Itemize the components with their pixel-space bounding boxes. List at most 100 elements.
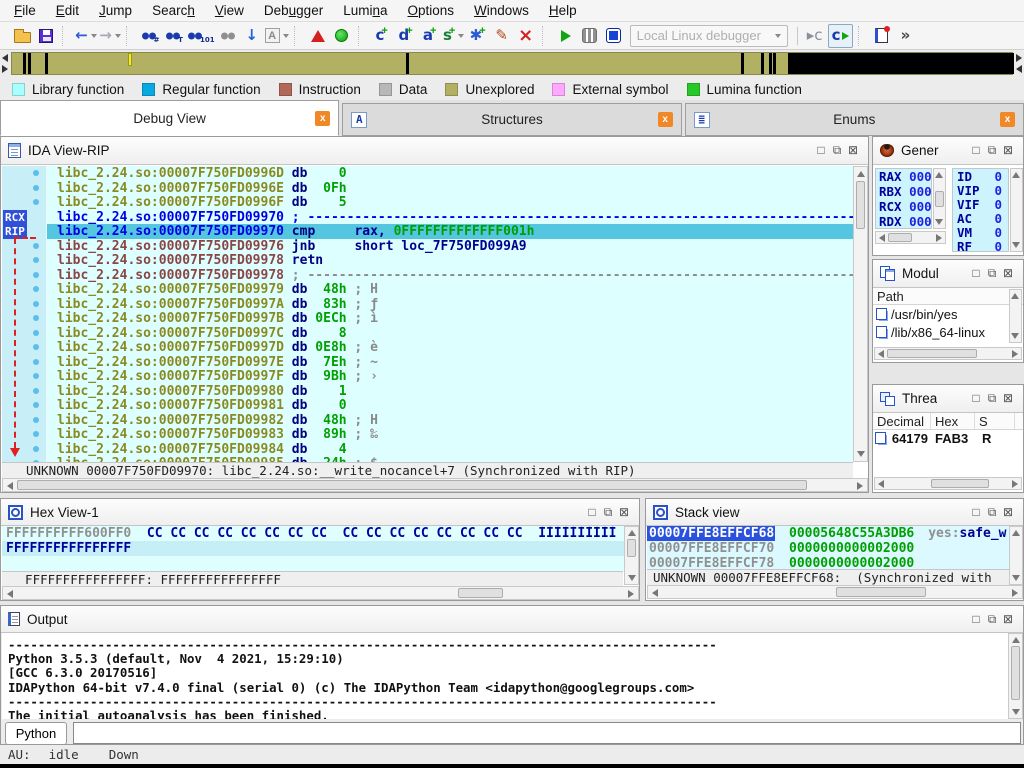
disasm-line[interactable]: libc_2.24.so:00007F750FD0996D db 0 [2,166,853,181]
menu-search[interactable]: Search [142,1,205,20]
make-struct-button[interactable]: ✱+ [467,24,489,48]
disasm-line[interactable]: libc_2.24.so:00007F750FD09980 db 1 [2,384,853,399]
search-text-button[interactable]: T [163,24,185,48]
breakpoint-dot[interactable] [33,243,39,249]
disasm-line[interactable]: libc_2.24.so:00007F750FD09984 db 4 [2,442,853,457]
breakpoint-dot[interactable] [33,373,39,379]
breakpoint-dot[interactable] [33,388,39,394]
module-row[interactable]: /lib/x86_64-linux [873,323,1023,341]
menu-help[interactable]: Help [539,1,587,20]
threads-header-hex[interactable]: Hex [931,413,975,429]
continue-process-button[interactable]: c [828,24,853,48]
modules-hscrollbar[interactable] [874,347,1022,360]
float-button[interactable]: □ [968,266,984,281]
jump-address-button[interactable]: ↓ [241,24,263,48]
breakpoint-dot[interactable] [33,199,39,205]
dock-button[interactable]: ⧉ [984,391,1000,406]
stack-row[interactable]: 00007FFE8EFFCF700000000000002000 [647,541,1009,556]
attach-process-button[interactable]: ▸c [804,24,826,48]
threads-header[interactable]: DecimalHexS [873,413,1023,430]
search-immediate-button[interactable]: 101 [187,24,215,48]
dock-button[interactable]: ⧉ [984,143,1000,158]
disasm-line[interactable]: libc_2.24.so:00007F750FD0996E db 0Fh [2,181,853,196]
register-row-rdx[interactable]: RDX 0000 [876,214,931,229]
disasm-margin[interactable] [2,282,47,297]
nav-scroll-left2-icon[interactable] [1016,65,1022,73]
breakpoint-dot[interactable] [33,315,39,321]
tab-close-button[interactable]: x [315,111,330,126]
close-button[interactable]: ⊠ [1000,143,1016,158]
disasm-margin[interactable] [2,326,47,341]
flag-row-ac[interactable]: AC0 [953,211,1008,225]
disasm-line[interactable]: libc_2.24.so:00007F750FD0997C db 8 [2,326,853,341]
disasm-margin[interactable] [2,181,47,196]
disasm-margin[interactable] [2,384,47,399]
disasm-line[interactable]: libc_2.24.so:00007F750FD0997E db 7Eh ; ~ [2,355,853,370]
close-button[interactable]: ⊠ [616,505,632,520]
dock-button[interactable]: ⧉ [984,266,1000,281]
tab-debug-view[interactable]: Debug Viewx [0,100,339,136]
menu-windows[interactable]: Windows [464,1,539,20]
thread-row[interactable]: 64179FAB3R [873,430,1023,446]
close-button[interactable]: ⊠ [1000,505,1016,520]
hex-row-selected[interactable]: FFFFFFFFFFFFFFFF [2,541,624,556]
nav-scroll-left-icon[interactable] [2,54,8,62]
stack-row[interactable]: 00007FFE8EFFCF780000000000002000 [647,556,1009,569]
disasm-line[interactable]: libc_2.24.so:00007F750FD0997F db 9Bh ; › [2,369,853,384]
forward-button[interactable]: → [99,24,121,48]
threads-header-decimal[interactable]: Decimal [873,413,931,429]
recent-scripts-button[interactable] [871,24,893,48]
nav-scroll-right2-icon[interactable] [1016,54,1022,62]
stack-rows[interactable]: 00007FFE8EFFCF6800005648C55A3DB6yes:safe… [647,526,1009,569]
close-button[interactable]: ⊠ [1000,391,1016,406]
disasm-margin[interactable] [2,166,47,181]
breakpoint-dot[interactable] [33,402,39,408]
disasm-line[interactable]: libc_2.24.so:00007F750FD09982 db 48h ; H [2,413,853,428]
disasm-margin[interactable] [2,268,47,283]
disasm-margin[interactable] [2,239,47,254]
tab-enums[interactable]: ≣Enumsx [685,103,1024,136]
disasm-line[interactable]: libc_2.24.so:00007F750FD09976 jnb short … [2,239,853,254]
pause-process-button[interactable] [579,24,601,48]
dock-button[interactable]: ⧉ [600,505,616,520]
disasm-margin[interactable] [2,413,47,428]
float-button[interactable]: □ [968,612,984,627]
float-button[interactable]: □ [968,391,984,406]
output-vscrollbar[interactable] [1008,633,1023,719]
breakpoint-dot[interactable] [33,446,39,452]
disassembly-view[interactable]: libc_2.24.so:00007F750FD0996D db 0libc_2… [2,166,853,462]
disasm-line[interactable]: libc_2.24.so:00007F750FD09979 db 48h ; H [2,282,853,297]
dock-button[interactable]: ⧉ [984,612,1000,627]
stack-row[interactable]: 00007FFE8EFFCF6800005648C55A3DB6yes:safe… [647,526,1009,541]
float-button[interactable]: □ [968,143,984,158]
flags-vscrollbar[interactable] [1010,168,1023,252]
registers-vscrollbar[interactable] [933,168,946,229]
analysis-indicator[interactable] [331,24,353,48]
hex-dump[interactable]: FFFFFFFFFF600FF0 CC CC CC CC CC CC CC CC… [2,526,624,571]
toolbar-overflow-button[interactable]: » [895,24,917,48]
close-button[interactable]: ⊠ [1000,612,1016,627]
disasm-margin[interactable] [2,311,47,326]
make-string-button[interactable]: s+ [443,24,465,48]
menu-edit[interactable]: Edit [46,1,89,20]
debugger-select[interactable]: Local Linux debugger [630,25,788,47]
menu-file[interactable]: File [4,1,46,20]
flags-list[interactable]: ID0VIP0VIF0AC0VM0RF0 [952,168,1009,252]
disasm-margin[interactable] [2,195,47,210]
close-button[interactable]: ⊠ [1000,266,1016,281]
breakpoint-dot[interactable] [33,286,39,292]
navigation-band[interactable] [11,52,1013,75]
disasm-hscrollbar[interactable] [2,478,868,492]
disasm-margin[interactable] [2,398,47,413]
disasm-vscrollbar[interactable] [853,166,868,462]
disasm-line[interactable]: libc_2.24.so:00007F750FD0997B db 0ECh ; … [2,311,853,326]
hex-vscrollbar[interactable] [624,526,639,585]
breakpoint-dot[interactable] [33,417,39,423]
dock-button[interactable]: ⧉ [829,143,845,158]
register-row-rbx[interactable]: RBX 0000 [876,184,931,199]
python-button[interactable]: Python [5,722,67,745]
back-button[interactable]: ← [75,24,97,48]
disasm-margin[interactable] [2,355,47,370]
disasm-line[interactable]: libc_2.24.so:00007F750FD0996F db 5 [2,195,853,210]
breakpoint-dot[interactable] [33,330,39,336]
